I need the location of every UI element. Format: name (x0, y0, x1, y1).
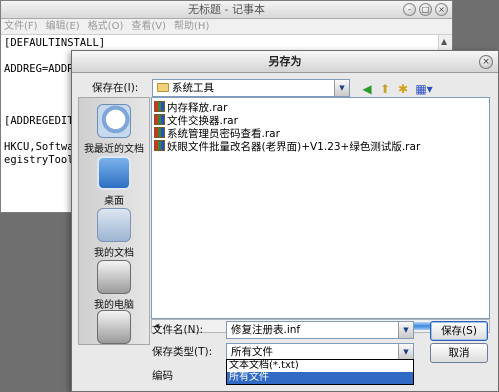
filetype-label: 保存类型(T): (152, 346, 213, 358)
file-list[interactable]: 内存释放.rar 文件交换器.rar 系统管理员密码查看.rar 妖眼文件批量改… (151, 97, 490, 319)
place-label: 我的文档 (94, 248, 134, 259)
save-in-label: 保存在(I): (92, 82, 139, 94)
encoding-label: 编码 (152, 370, 173, 382)
rar-archive-icon (154, 114, 165, 125)
filename-label: 文件名(N): (152, 324, 204, 336)
recent-documents-icon (97, 104, 131, 138)
up-folder-icon[interactable]: ⬆ (377, 81, 393, 97)
file-name: 妖眼文件批量改名器(老界面)+V1.23+绿色测试版.rar (167, 141, 421, 153)
back-icon[interactable]: ◀ (359, 81, 375, 97)
list-item[interactable]: 系统管理员密码查看.rar (154, 127, 280, 140)
list-item[interactable]: 内存释放.rar (154, 101, 227, 114)
file-name: 文件交换器.rar (167, 115, 238, 127)
place-recent-documents[interactable]: 我最近的文档 (79, 104, 149, 155)
menu-file[interactable]: 文件(F) (4, 19, 38, 34)
place-my-documents[interactable]: 我的文档 (79, 208, 149, 259)
place-desktop[interactable]: 桌面 (79, 156, 149, 207)
new-folder-icon[interactable]: ✱ (395, 81, 411, 97)
network-places-icon (97, 310, 131, 344)
chevron-down-icon[interactable]: ▼ (334, 80, 349, 96)
close-icon[interactable]: × (479, 55, 493, 69)
list-item[interactable]: 妖眼文件批量改名器(老界面)+V1.23+绿色测试版.rar (154, 140, 420, 153)
save-button[interactable]: 保存(S) (430, 321, 488, 341)
rar-archive-icon (154, 127, 165, 138)
scroll-up-icon[interactable]: ▲ (441, 37, 447, 46)
chevron-down-icon[interactable]: ▼ (398, 322, 413, 338)
folder-icon (157, 83, 169, 92)
filename-input[interactable]: 修复注册表.inf ▼ (226, 321, 414, 339)
notepad-window-controls: – □ × (403, 3, 448, 16)
place-network[interactable] (79, 310, 149, 346)
dropdown-option-txt[interactable]: 文本文档(*.txt) (227, 360, 413, 372)
save-as-dialog: 另存为 × 保存在(I): 系统工具 ▼ ◀ ⬆ ✱ ▦▾ 我最近的文档 桌面 … (71, 50, 499, 392)
place-my-computer[interactable]: 我的电脑 (79, 260, 149, 311)
filetype-dropdown: 文本文档(*.txt) 所有文件 (226, 359, 414, 385)
cancel-button[interactable]: 取消 (430, 343, 488, 363)
menu-help[interactable]: 帮助(H) (174, 19, 209, 34)
menu-edit[interactable]: 编辑(E) (46, 19, 80, 34)
desktop-icon (97, 156, 131, 190)
text-line: [DEFAULTINSTALL] (4, 37, 106, 49)
save-in-value: 系统工具 (172, 82, 214, 94)
save-in-combo[interactable]: 系统工具 ▼ (152, 79, 350, 97)
menu-format[interactable]: 格式(O) (88, 19, 124, 34)
rar-archive-icon (154, 140, 165, 151)
place-label: 桌面 (104, 196, 124, 207)
close-icon[interactable]: × (435, 3, 448, 16)
place-label: 我最近的文档 (84, 144, 144, 155)
dropdown-option-all-files[interactable]: 所有文件 (227, 372, 413, 384)
list-item[interactable]: 文件交换器.rar (154, 114, 238, 127)
my-computer-icon (97, 260, 131, 294)
notepad-title: 无标题 - 记事本 (1, 1, 452, 19)
dialog-title: 另存为 (72, 51, 498, 73)
rar-archive-icon (154, 101, 165, 112)
filename-value: 修复注册表.inf (231, 324, 301, 336)
places-bar: 我最近的文档 桌面 我的文档 我的电脑 (78, 97, 150, 345)
file-name: 系统管理员密码查看.rar (167, 128, 280, 140)
maximize-icon[interactable]: □ (419, 3, 432, 16)
notepad-menubar: 文件(F) 编辑(E) 格式(O) 查看(V) 帮助(H) (1, 19, 452, 35)
file-name: 内存释放.rar (167, 102, 228, 114)
view-menu-icon[interactable]: ▦▾ (413, 81, 435, 97)
minimize-icon[interactable]: – (403, 3, 416, 16)
filetype-value: 所有文件 (231, 346, 273, 358)
my-documents-icon (97, 208, 131, 242)
chevron-down-icon[interactable]: ▼ (398, 344, 413, 360)
menu-view[interactable]: 查看(V) (131, 19, 166, 34)
